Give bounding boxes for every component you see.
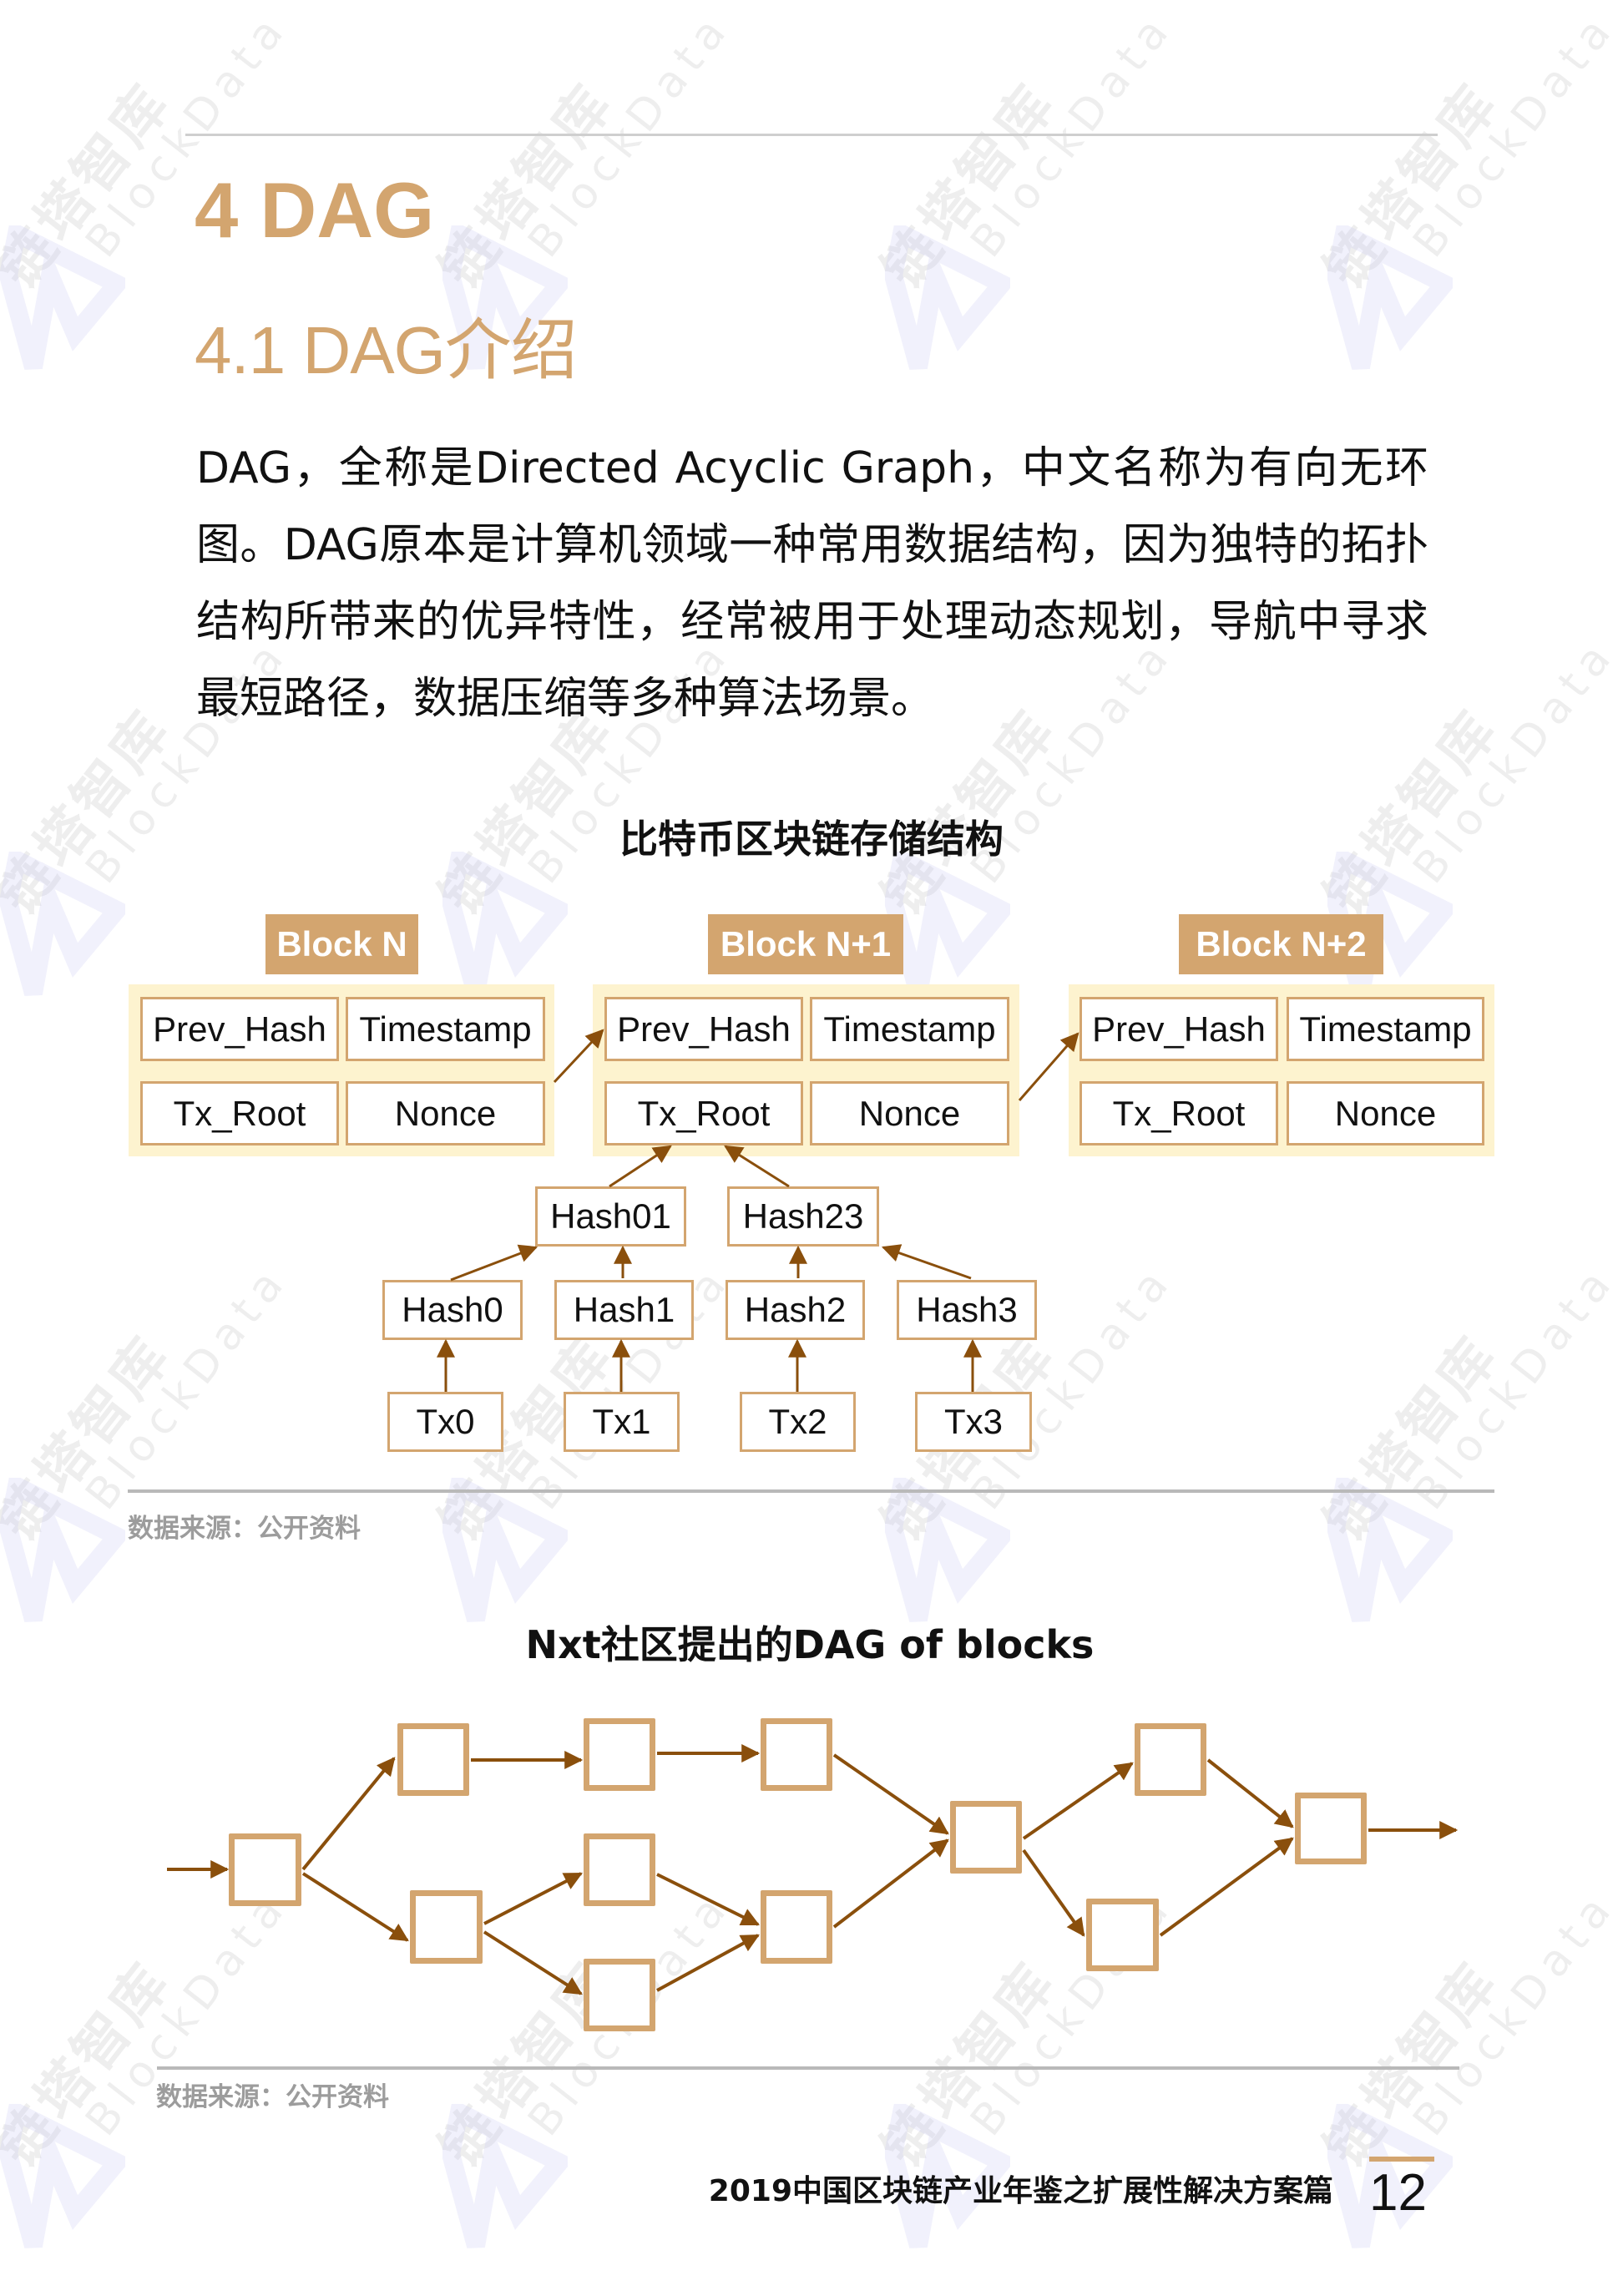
dag-arrow [1159, 1837, 1294, 1937]
field-prev-hash: Prev_Hash [1079, 997, 1278, 1061]
dag-block [1295, 1793, 1367, 1864]
figure2-source: 数据来源：公开资料 [156, 2082, 389, 2112]
field-tx-root: Tx_Root [604, 1081, 803, 1145]
dag-block [584, 1959, 655, 2031]
page-number: 12 [1369, 2164, 1427, 2222]
dag-block [229, 1833, 301, 1906]
merkle-arrow [881, 1244, 972, 1280]
intro-paragraph: DAG，全称是Directed Acyclic Graph，中文名称为有向无环图… [196, 443, 1428, 724]
dag-block [950, 1801, 1022, 1874]
field-tx-root: Tx_Root [1079, 1081, 1278, 1145]
field-timestamp: Timestamp [346, 997, 545, 1061]
figure2-title: Nxt社区提出的DAG of blocks [525, 1622, 1095, 1667]
dag-arrow [301, 1757, 396, 1871]
dag-block [1086, 1899, 1159, 1971]
field-nonce: Nonce [810, 1081, 1009, 1145]
figure1-source-divider [128, 1489, 1494, 1493]
transaction-node: Tx3 [915, 1392, 1032, 1452]
field-prev-hash: Prev_Hash [140, 997, 339, 1061]
dag-arrow [301, 1872, 409, 1942]
transaction-node: Tx1 [564, 1392, 680, 1452]
dag-block [397, 1723, 469, 1796]
dag-arrow [656, 1873, 760, 1926]
dag-arrow [1022, 1848, 1085, 1937]
merkle-node: Hash0 [382, 1280, 523, 1340]
field-timestamp: Timestamp [1287, 997, 1484, 1061]
merkle-node: Hash23 [727, 1186, 879, 1247]
figure1-title: 比特币区块链存储结构 [619, 817, 1004, 862]
dag-block [761, 1718, 832, 1791]
section-heading: 4.1 DAG介绍 [195, 313, 578, 387]
merkle-node: Hash2 [726, 1280, 865, 1340]
field-timestamp: Timestamp [810, 997, 1009, 1061]
merkle-node: Hash1 [554, 1280, 694, 1340]
page-number-accent [1369, 2157, 1434, 2162]
dag-block [410, 1890, 483, 1964]
page: 4 DAG 4.1 DAG介绍 DAG，全称是Directed Acyclic … [0, 0, 1623, 2296]
dag-arrow [483, 1930, 583, 1995]
block-header: Block N+1 [708, 914, 903, 974]
transaction-node: Tx2 [740, 1392, 856, 1452]
dag-arrow [832, 1838, 949, 1929]
transaction-node: Tx0 [387, 1392, 503, 1452]
dag-arrow [1206, 1758, 1294, 1828]
footer-report-title: 2019中国区块链产业年鉴之扩展性解决方案篇 [708, 2174, 1333, 2208]
field-nonce: Nonce [346, 1081, 545, 1145]
dag-arrow [832, 1753, 949, 1835]
dag-arrow [656, 1934, 760, 1992]
field-prev-hash: Prev_Hash [604, 997, 803, 1061]
block-header: Block N [265, 914, 418, 974]
dag-block [584, 1833, 655, 1906]
merkle-arrow [450, 1244, 538, 1282]
field-tx-root: Tx_Root [140, 1081, 339, 1145]
figure1-source: 数据来源：公开资料 [128, 1514, 361, 1544]
dag-block [761, 1890, 832, 1964]
chapter-heading: 4 DAG [195, 166, 435, 254]
dag-block [584, 1718, 655, 1791]
merkle-node: Hash3 [897, 1280, 1037, 1340]
figure2-source-divider [157, 2066, 1459, 2070]
top-divider [185, 134, 1438, 136]
dag-arrow [483, 1872, 583, 1925]
field-nonce: Nonce [1287, 1081, 1484, 1145]
block-header: Block N+2 [1179, 914, 1383, 974]
dag-arrow [1022, 1762, 1134, 1840]
merkle-node: Hash01 [535, 1186, 686, 1247]
dag-block [1135, 1723, 1206, 1796]
